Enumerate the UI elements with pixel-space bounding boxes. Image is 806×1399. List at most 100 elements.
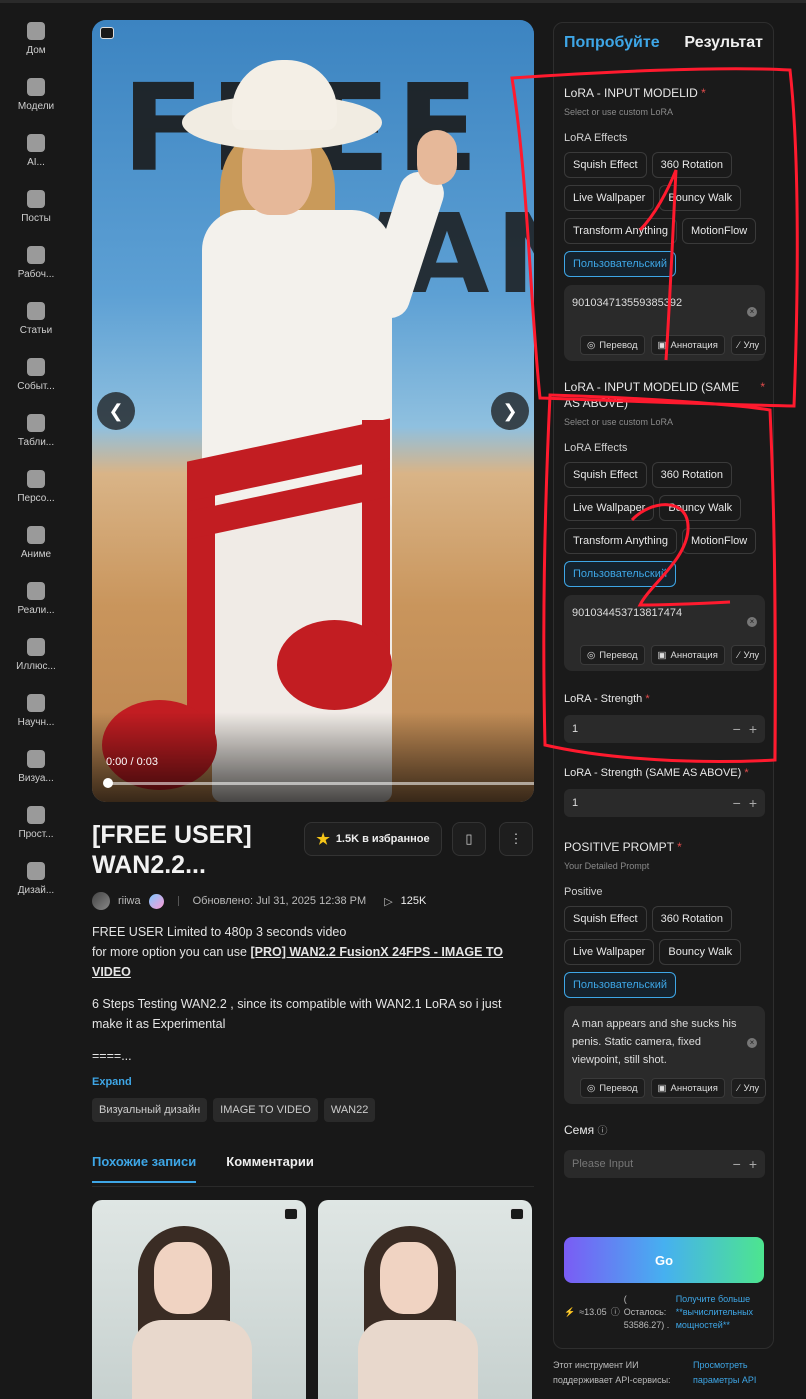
plus-icon[interactable]: + (749, 1156, 757, 1172)
chip-360-rotation[interactable]: 360 Rotation (651, 906, 733, 932)
translate-button[interactable]: ◎ Перевод (580, 335, 645, 355)
tab-try[interactable]: Попробуйте (564, 34, 660, 52)
next-arrow-button[interactable]: ❯ (491, 392, 529, 430)
translate-button[interactable]: ◎ Перевод (580, 645, 645, 665)
improve-button[interactable]: ⁄ Улу (730, 335, 767, 355)
globe-icon: ◎ (587, 1082, 596, 1094)
chip-360-rotation[interactable]: 360 Rotation (651, 462, 733, 488)
sidebar-item-ai[interactable]: AI... (0, 128, 72, 184)
more-button[interactable]: ⋮ (499, 822, 533, 856)
chip-squish-effect[interactable]: Squish Effect (564, 152, 647, 178)
improve-button[interactable]: ⁄ Улу (730, 645, 767, 665)
post-title: [FREE USER] WAN2.2... (92, 821, 252, 879)
sidebar-item-models[interactable]: Модели (0, 72, 72, 128)
favorite-button[interactable]: ★ 1.5K в избранное (304, 822, 442, 856)
tab-similar[interactable]: Похожие записи (92, 1154, 197, 1183)
lora2-input[interactable]: 901034453713817474 × ◎ Перевод ▣ Аннотация… (564, 595, 767, 671)
prompt-input[interactable]: A man appears and she sucks his penis. S… (564, 1006, 767, 1104)
video-player[interactable]: FREE WAN ❮ ❯ 0:00 / 0:03 (92, 20, 534, 802)
tag[interactable]: Визуальный дизайн (92, 1098, 208, 1122)
lora1-input[interactable]: 901034713559385392 × ◎ Перевод ▣ Аннотация… (564, 285, 767, 361)
related-post-thumbnail[interactable] (318, 1200, 532, 1399)
chip-custom[interactable]: Пользовательский (564, 972, 676, 998)
credit-info: ⚡ ≈13.05 ⓘ ( Осталось: 53586.27) . Получ… (564, 1293, 764, 1332)
seed-input[interactable]: Please Input − + (564, 1150, 765, 1178)
mobile-button[interactable]: ▯ (452, 822, 486, 856)
minus-icon[interactable]: − (733, 795, 741, 811)
sidebar-item-posts[interactable]: Посты (0, 184, 72, 240)
get-more-link[interactable]: Получите больше **вычислительных мощност… (676, 1293, 764, 1332)
tag[interactable]: WAN22 (323, 1098, 376, 1122)
author-name[interactable]: riiwa (118, 895, 141, 907)
sidebar-item-leaderboard[interactable]: Табли... (0, 408, 72, 464)
sidebar-item-workflows[interactable]: Рабоч... (0, 240, 72, 296)
tag[interactable]: IMAGE TO VIDEO (213, 1098, 318, 1122)
strength1-stepper[interactable]: 1 − + (564, 715, 765, 743)
go-button[interactable]: Go (564, 1237, 764, 1283)
sidebar-item-scifi[interactable]: Научн... (0, 688, 72, 744)
annotate-button[interactable]: ▣ Аннотация (650, 335, 725, 355)
sidebar-item-label: Визуа... (18, 773, 54, 784)
chip-360-rotation[interactable]: 360 Rotation (651, 152, 733, 178)
annotate-button[interactable]: ▣ Аннотация (650, 1078, 725, 1098)
video-progress-bar[interactable] (103, 778, 534, 788)
clear-icon[interactable]: × (747, 307, 757, 317)
sidebar-item-characters[interactable]: Персо... (0, 464, 72, 520)
tab-comments[interactable]: Комментарии (226, 1154, 314, 1183)
chip-live-wallpaper[interactable]: Live Wallpaper (564, 939, 655, 965)
plus-icon[interactable]: + (749, 795, 757, 811)
seed-placeholder[interactable]: Please Input (572, 1158, 633, 1170)
sidebar-item-illustration[interactable]: Иллюс... (0, 632, 72, 688)
chip-motionflow[interactable]: MotionFlow (681, 218, 757, 244)
globe-icon: ◎ (587, 339, 596, 351)
help-icon[interactable]: ⓘ (597, 1126, 607, 1137)
chip-motionflow[interactable]: MotionFlow (681, 528, 757, 554)
chip-live-wallpaper[interactable]: Live Wallpaper (564, 495, 655, 521)
minus-icon[interactable]: − (733, 1156, 741, 1172)
chip-squish-effect[interactable]: Squish Effect (564, 906, 647, 932)
sidebar-item-visual[interactable]: Визуа... (0, 744, 72, 800)
minus-icon[interactable]: − (733, 721, 741, 737)
sidebar-item-home[interactable]: Дом (0, 16, 72, 72)
clear-icon[interactable]: × (747, 617, 757, 627)
progress-knob[interactable] (103, 778, 113, 788)
lora1-title-text: LoRA - INPUT MODELID (564, 86, 698, 100)
lora1-title: LoRA - INPUT MODELID * (554, 85, 773, 101)
plus-icon[interactable]: + (749, 721, 757, 737)
improve-button[interactable]: ⁄ Улу (730, 1078, 767, 1098)
sidebar-item-articles[interactable]: Статьи (0, 296, 72, 352)
strength2-value[interactable]: 1 (572, 797, 578, 809)
sidebar-item-design[interactable]: Дизай... (0, 856, 72, 912)
sidebar-item-anime[interactable]: Аниме (0, 520, 72, 576)
strength1-label: LoRA - Strength * (554, 691, 773, 707)
chip-custom[interactable]: Пользовательский (564, 251, 676, 277)
chip-transform-anything[interactable]: Transform Anything (564, 218, 677, 244)
chip-live-wallpaper[interactable]: Live Wallpaper (564, 185, 655, 211)
chip-bouncy-walk[interactable]: Bouncy Walk (659, 495, 742, 521)
sidebar-item-realistic[interactable]: Реали... (0, 576, 72, 632)
tab-result[interactable]: Результат (684, 34, 763, 52)
api-params-link[interactable]: Просмотреть параметры API (693, 1358, 773, 1388)
chip-bouncy-walk[interactable]: Bouncy Walk (659, 185, 742, 211)
chip-custom[interactable]: Пользовательский (564, 561, 676, 587)
lora1-value[interactable]: 901034713559385392 (572, 294, 742, 312)
chip-squish-effect[interactable]: Squish Effect (564, 462, 647, 488)
prompt-value[interactable]: A man appears and she sucks his penis. S… (572, 1015, 742, 1069)
panel-scroll-area[interactable]: LoRA - INPUT MODELID * Select or use cus… (554, 71, 773, 1229)
annotate-button[interactable]: ▣ Аннотация (650, 645, 725, 665)
chip-transform-anything[interactable]: Transform Anything (564, 528, 677, 554)
lora2-value[interactable]: 901034453713817474 (572, 604, 742, 622)
chip-bouncy-walk[interactable]: Bouncy Walk (659, 939, 742, 965)
related-post-thumbnail[interactable] (92, 1200, 306, 1399)
clear-icon[interactable]: × (747, 1038, 757, 1048)
strength2-stepper[interactable]: 1 − + (564, 789, 765, 817)
translate-button[interactable]: ◎ Перевод (580, 1078, 645, 1098)
sidebar-item-space[interactable]: Прост... (0, 800, 72, 856)
expand-link[interactable]: Expand (92, 1076, 132, 1088)
lora1-chips: Squish Effect 360 Rotation Live Wallpape… (554, 152, 773, 277)
prev-arrow-button[interactable]: ❮ (97, 392, 135, 430)
strength1-value[interactable]: 1 (572, 723, 578, 735)
ufo-icon (27, 694, 45, 712)
sidebar-item-events[interactable]: Событ... (0, 352, 72, 408)
avatar[interactable] (92, 892, 110, 910)
